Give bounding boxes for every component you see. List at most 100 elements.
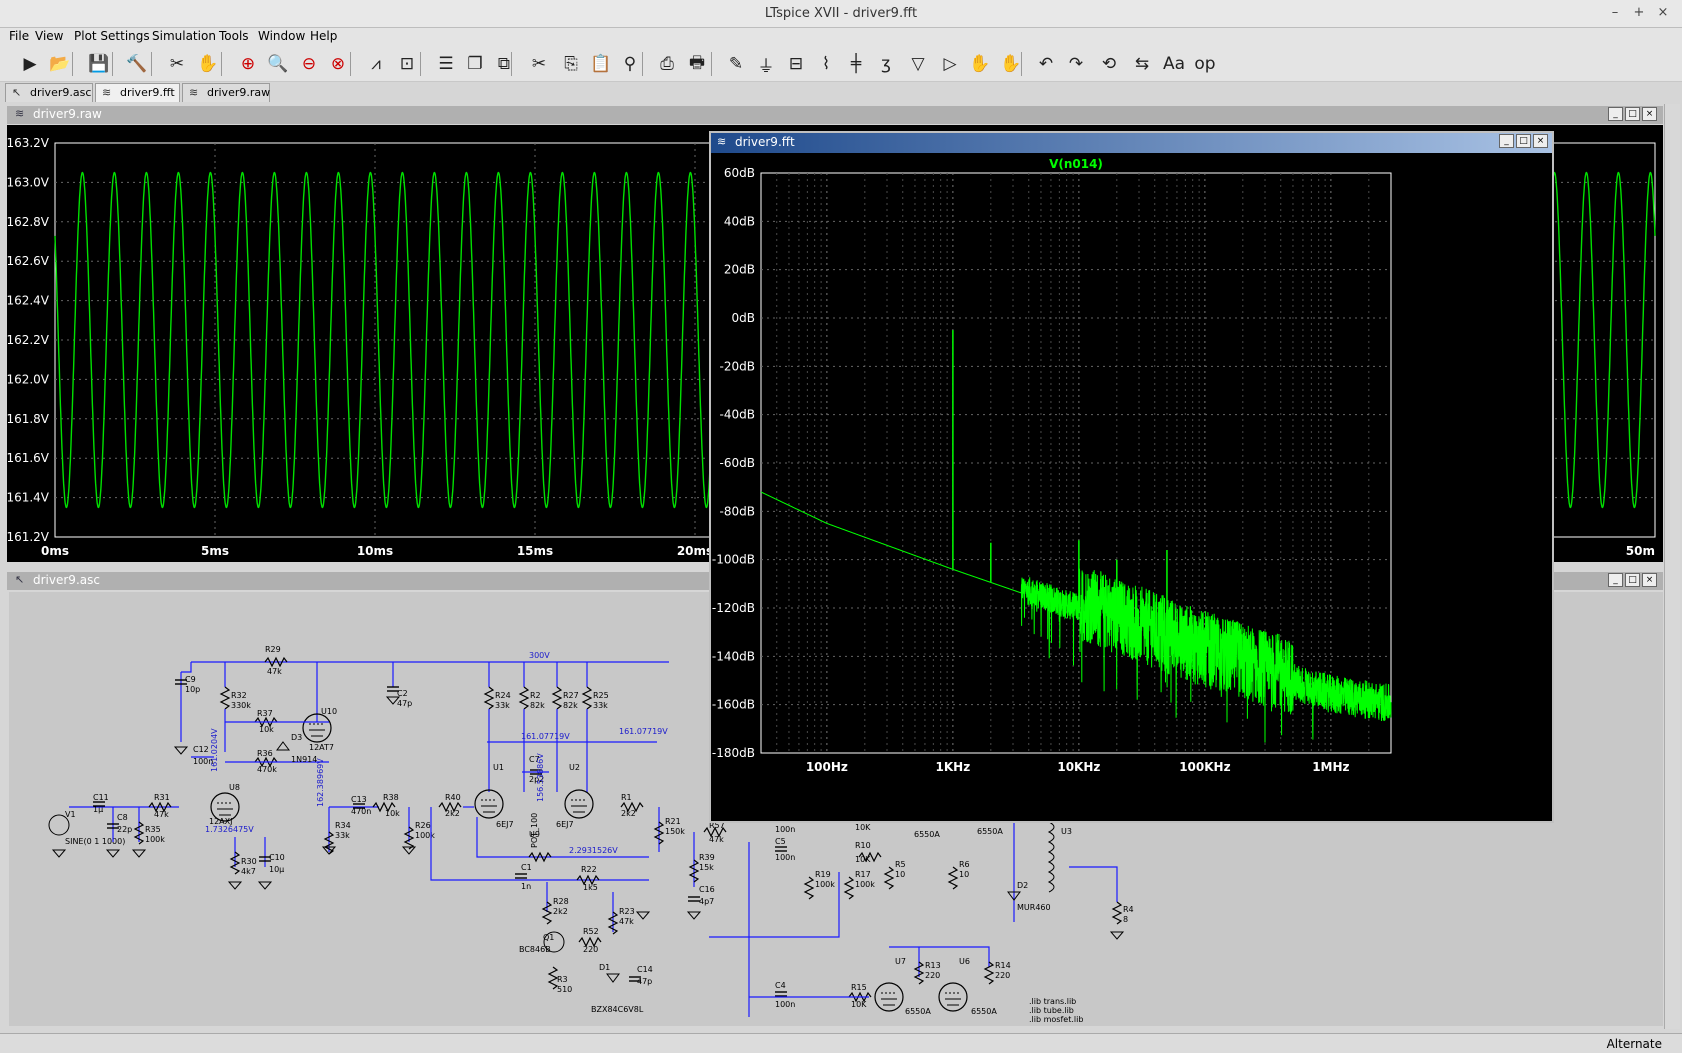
- component-label[interactable]: 22p: [117, 825, 132, 834]
- close-icon[interactable]: ×: [1642, 573, 1657, 587]
- component-label[interactable]: 2k2: [445, 809, 460, 818]
- component-label[interactable]: 8: [1123, 915, 1128, 924]
- component-label[interactable]: R30: [241, 857, 257, 866]
- component-label[interactable]: 1N914: [291, 755, 317, 764]
- component-label[interactable]: R6: [959, 860, 970, 869]
- rotate-icon[interactable]: ⟲: [1096, 51, 1122, 77]
- component-label[interactable]: R3: [557, 975, 568, 984]
- capacitor-icon[interactable]: ╪: [843, 51, 869, 77]
- zoom-in-icon[interactable]: ⊕: [235, 51, 261, 77]
- component-label[interactable]: U1: [493, 763, 504, 772]
- component-label[interactable]: C8: [117, 813, 128, 822]
- component-label[interactable]: U8: [229, 783, 240, 792]
- menu-file[interactable]: File: [9, 29, 29, 43]
- tile-vertical-icon[interactable]: ☰: [433, 51, 459, 77]
- menu-simulation[interactable]: Simulation: [152, 29, 216, 43]
- component-label[interactable]: C14: [637, 965, 653, 974]
- menu-help[interactable]: Help: [310, 29, 337, 43]
- trace-label[interactable]: V(n014): [1049, 157, 1103, 171]
- component-label[interactable]: 220: [583, 945, 598, 954]
- component-label[interactable]: 10: [959, 870, 969, 879]
- component-label[interactable]: 100k: [815, 880, 835, 889]
- component-label[interactable]: R23: [619, 907, 635, 916]
- component-label[interactable]: R36: [257, 749, 273, 758]
- zoom-cancel-icon[interactable]: ⊗: [325, 51, 351, 77]
- tab-driver9-asc[interactable]: ↖ driver9.asc: [5, 83, 93, 102]
- zener-diode-symbol[interactable]: [606, 973, 620, 983]
- component-label[interactable]: .lib trans.lib: [1029, 997, 1076, 1006]
- undo-icon[interactable]: ↶: [1033, 51, 1059, 77]
- tab-driver9-fft[interactable]: ≋ driver9.fft: [95, 83, 180, 102]
- component-label[interactable]: R25: [593, 691, 609, 700]
- component-label[interactable]: C4: [775, 981, 786, 990]
- component-label[interactable]: 6550A: [971, 1007, 997, 1016]
- component-label[interactable]: 15k: [699, 863, 714, 872]
- component-label[interactable]: R14: [995, 961, 1011, 970]
- component-label[interactable]: R17: [855, 870, 871, 879]
- component-label[interactable]: 220: [925, 971, 940, 980]
- component-label[interactable]: 33k: [593, 701, 608, 710]
- component-label[interactable]: BZX84C6V8L: [591, 1005, 644, 1014]
- ground-icon[interactable]: ⏚: [753, 51, 779, 77]
- component-label[interactable]: 6550A: [977, 827, 1003, 836]
- component-label[interactable]: 161.07719V: [619, 727, 668, 736]
- resistor-symbol[interactable]: [483, 686, 495, 710]
- component-label[interactable]: D1: [599, 963, 610, 972]
- component-label[interactable]: R31: [154, 793, 170, 802]
- component-label[interactable]: C9: [185, 675, 196, 684]
- spice-directive-icon[interactable]: op: [1192, 51, 1218, 77]
- component-label[interactable]: 161.07719V: [521, 732, 570, 741]
- component-label[interactable]: V1: [65, 810, 76, 819]
- component-label[interactable]: 4p7: [699, 897, 714, 906]
- zoom-out-icon[interactable]: 🔍: [265, 51, 291, 77]
- component-label[interactable]: 100k: [145, 835, 165, 844]
- component-label[interactable]: 4k7: [241, 867, 256, 876]
- component-label[interactable]: Q1: [543, 933, 554, 942]
- open-icon[interactable]: 📂: [47, 51, 73, 77]
- maximize-icon[interactable]: □: [1516, 134, 1531, 148]
- fft-chart[interactable]: 60dB 40dB 20dB 0dB -20dB -40dB -60dB -80dB -100d…: [711, 153, 1552, 821]
- menu-window[interactable]: Window: [258, 29, 305, 43]
- close-button[interactable]: ×: [1654, 5, 1672, 20]
- component-label[interactable]: C5: [775, 837, 786, 846]
- component-label[interactable]: 82k: [563, 701, 578, 710]
- component-label[interactable]: U7: [895, 957, 906, 966]
- component-label[interactable]: 100k: [415, 831, 435, 840]
- component-label[interactable]: POT_100: [530, 813, 539, 848]
- close-icon[interactable]: ×: [1642, 107, 1657, 121]
- component-label[interactable]: 150k: [665, 827, 685, 836]
- component-label[interactable]: R4: [1123, 905, 1134, 914]
- component-label[interactable]: 10k: [385, 809, 400, 818]
- print-setup-icon[interactable]: 🖶: [684, 51, 710, 77]
- text-icon[interactable]: Aa: [1161, 51, 1187, 77]
- fft-window[interactable]: ≋ driver9.fft _ □ × 60dB 40dB 20dB 0dB -20dB -4…: [709, 131, 1554, 823]
- component-label[interactable]: C12: [193, 745, 209, 754]
- component-label[interactable]: 10K: [851, 1000, 867, 1009]
- vacuum-tube-symbol[interactable]: [564, 789, 594, 819]
- component-label[interactable]: 10µ: [269, 865, 284, 874]
- component-label[interactable]: 330k: [231, 701, 251, 710]
- component-label[interactable]: MUR460: [1017, 903, 1051, 912]
- component-label[interactable]: R29: [265, 645, 281, 654]
- pick-visible-icon[interactable]: ⊡: [394, 51, 420, 77]
- resistor-symbol[interactable]: [1111, 901, 1123, 925]
- fft-window-titlebar[interactable]: ≋ driver9.fft _ □ ×: [711, 133, 1552, 153]
- component-label[interactable]: 6EJ7: [556, 820, 574, 829]
- resistor-symbol[interactable]: [518, 686, 530, 710]
- component-label[interactable]: R39: [699, 853, 715, 862]
- component-label[interactable]: 156.53886V: [536, 753, 545, 802]
- mirror-icon[interactable]: ⇆: [1129, 51, 1155, 77]
- component-label[interactable]: R2: [530, 691, 541, 700]
- component-label[interactable]: U6: [959, 957, 970, 966]
- component-label[interactable]: 10K: [855, 855, 871, 864]
- component-label[interactable]: 470k: [257, 765, 277, 774]
- move-icon[interactable]: ✋: [967, 51, 993, 77]
- paste-icon[interactable]: 📋: [588, 51, 614, 77]
- component-label[interactable]: 2k2: [621, 809, 636, 818]
- menu-view[interactable]: View: [35, 29, 63, 43]
- component-label[interactable]: 100n: [775, 825, 795, 834]
- resistor-symbol[interactable]: [547, 966, 559, 990]
- component-label[interactable]: 162.38969V: [316, 758, 325, 807]
- component-label[interactable]: SINE(0 1 1000): [65, 837, 125, 846]
- resistor-symbol[interactable]: [581, 686, 593, 710]
